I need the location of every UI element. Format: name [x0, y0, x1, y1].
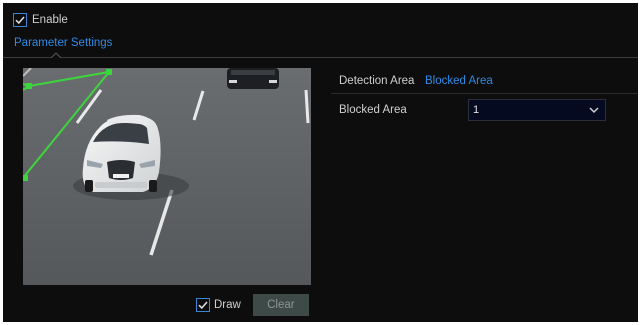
enable-label: Enable	[32, 14, 68, 26]
blocked-area-value: 1	[473, 104, 480, 116]
draw-checkbox[interactable]	[196, 298, 210, 312]
detection-area-row: Detection Area Blocked Area	[331, 69, 638, 94]
settings-panel: Enable Parameter Settings Draw Clear Det…	[3, 3, 638, 322]
camera-preview[interactable]	[23, 68, 311, 285]
tab-parameter-settings[interactable]: Parameter Settings	[14, 37, 112, 49]
draw-controls: Draw Clear	[196, 293, 309, 317]
enable-toggle[interactable]: Enable	[13, 12, 68, 28]
draw-label: Draw	[214, 299, 241, 311]
detection-area-label: Detection Area	[339, 75, 415, 87]
chevron-down-icon	[589, 107, 599, 114]
enable-checkbox[interactable]	[13, 13, 27, 27]
checkbox-checked-icon	[15, 16, 25, 25]
camera-frame-image	[23, 68, 311, 285]
blocked-area-label: Blocked Area	[339, 104, 407, 116]
blocked-area-select[interactable]: 1	[468, 99, 606, 121]
clear-button[interactable]: Clear	[252, 294, 309, 316]
checkbox-checked-icon	[198, 301, 208, 310]
blocked-area-tab[interactable]: Blocked Area	[425, 75, 493, 87]
tab-bar: Parameter Settings	[3, 35, 638, 58]
tab-caret-icon	[51, 52, 61, 58]
